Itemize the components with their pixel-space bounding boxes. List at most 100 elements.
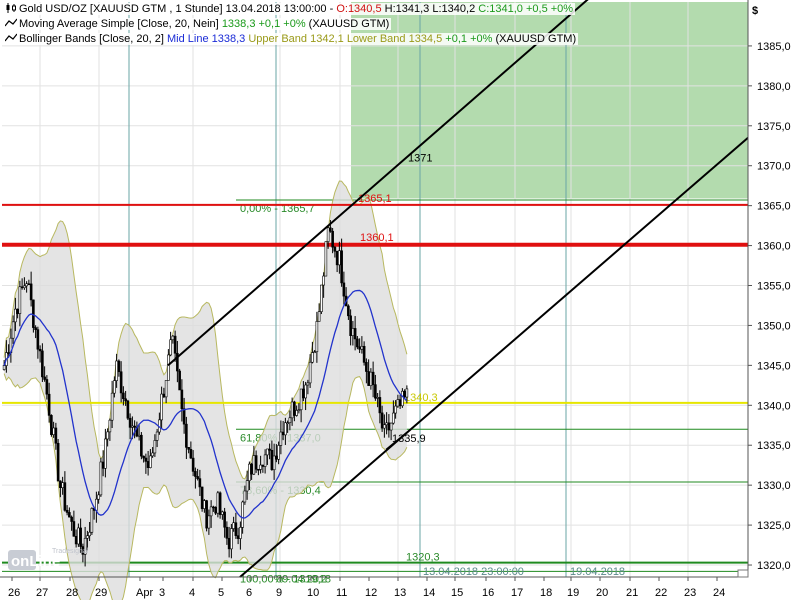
candle-body (275, 455, 278, 460)
candle-body (311, 352, 314, 363)
candle-body (144, 457, 148, 462)
candle-body (385, 422, 388, 426)
candle-body (252, 455, 256, 475)
candle-body (329, 227, 332, 232)
candle-body (232, 522, 235, 529)
chart-area[interactable]: 0,00% - 1365,761,80% - 1337,078,60% - 13… (0, 0, 800, 605)
candle-body (324, 241, 328, 277)
candle-body (2, 365, 6, 370)
legend-row-ma: Moving Average Simple [Close, 20, Nein] … (3, 17, 392, 31)
candle-body (41, 350, 44, 378)
candle-body (405, 388, 409, 398)
x-marker-label: 19.04.2018 (570, 566, 625, 578)
candle-body (396, 399, 400, 407)
candle-body (293, 401, 296, 416)
candle-body (88, 531, 91, 537)
candle-body (380, 412, 384, 429)
x-tick-label: 27 (36, 587, 48, 599)
x-tick-label: 10 (307, 587, 319, 599)
x-tick-label: 12 (365, 587, 377, 599)
candle-body (297, 409, 301, 412)
candle-body (198, 478, 202, 488)
candle-body (164, 380, 168, 398)
legend-bands-symbol: (XAUUSD GTM) (495, 33, 577, 45)
candle-body (209, 506, 213, 517)
y-tick-label: 1385,0 (757, 41, 791, 53)
candle-body (25, 283, 28, 287)
x-tick-label: 17 (511, 587, 523, 599)
candle-body (261, 464, 265, 467)
candle-body (308, 361, 312, 384)
candle-body (277, 445, 280, 460)
price-chart-svg[interactable]: 0,00% - 1365,761,80% - 1337,078,60% - 13… (0, 0, 800, 605)
legend-ma-value: 1338,3 +0,1 +0% (221, 18, 306, 30)
candle-body (200, 486, 204, 509)
candle-body (225, 526, 229, 539)
candle-body (299, 388, 303, 411)
candle-body (115, 360, 118, 381)
candle-body (302, 388, 305, 399)
legend-bands-change: +0,1 +0% (445, 33, 493, 45)
legend-ma-name: Moving Average Simple [Close, 20, Nein] (19, 18, 219, 30)
candle-body (65, 509, 69, 513)
candle-body (101, 461, 105, 469)
candle-body (56, 442, 60, 482)
candle-body (189, 449, 193, 459)
candle-body (113, 380, 116, 394)
candle-body (367, 371, 370, 386)
line-series-icon (5, 33, 17, 42)
candle-body (146, 461, 150, 468)
candle-body (16, 308, 19, 314)
candle-body (338, 250, 341, 266)
candle-body (331, 230, 334, 248)
tradesignal-watermark-logo: onLine Tradesignal (8, 544, 108, 574)
candle-body (149, 455, 152, 468)
candle-body (29, 283, 33, 301)
y-tick-label: 1320,0 (757, 560, 791, 572)
candle-body (72, 521, 76, 537)
candle-body (7, 352, 10, 354)
candle-body (110, 392, 114, 421)
candle-body (74, 536, 78, 545)
candle-body (97, 494, 100, 500)
x-tick-label: 22 (655, 587, 667, 599)
candle-body (117, 360, 121, 373)
candle-body (131, 425, 134, 428)
candle-body (99, 461, 103, 496)
candle-body (104, 438, 107, 469)
candle-body (214, 507, 217, 514)
y-tick-label: 1375,0 (757, 121, 791, 133)
candle-body (212, 506, 215, 509)
candle-body (108, 419, 112, 433)
candle-body (18, 286, 22, 314)
candle-body (128, 417, 132, 428)
y-tick-label: 1325,0 (757, 520, 791, 532)
candle-body (178, 370, 181, 391)
x-tick-label: 13 (394, 587, 406, 599)
candle-body (106, 431, 109, 440)
candle-body (322, 275, 325, 286)
candle-body (227, 537, 231, 550)
candle-body (286, 422, 289, 425)
legend-close: C:1341,0 +0,5 +0% (478, 3, 574, 15)
candle-body (241, 501, 244, 528)
candle-body (50, 415, 53, 435)
candle-body (398, 399, 402, 407)
candle-body (376, 397, 379, 399)
candle-body (205, 500, 208, 529)
y-tick-label: 1340,0 (757, 400, 791, 412)
candle-body (263, 454, 267, 467)
candle-body (259, 464, 262, 470)
candle-body (270, 449, 274, 471)
candle-body (351, 328, 355, 336)
legend-bands-lower: Lower Band 1334,5 (346, 33, 443, 45)
y-tick-label: 1345,0 (757, 360, 791, 372)
candle-body (313, 351, 316, 354)
legend-low: L:1340,2 (432, 3, 476, 15)
candle-body (194, 471, 197, 477)
candle-body (362, 345, 366, 363)
candle-body (77, 527, 80, 545)
candle-body (68, 512, 71, 518)
candle-body (304, 384, 307, 399)
candle-body (90, 508, 94, 533)
